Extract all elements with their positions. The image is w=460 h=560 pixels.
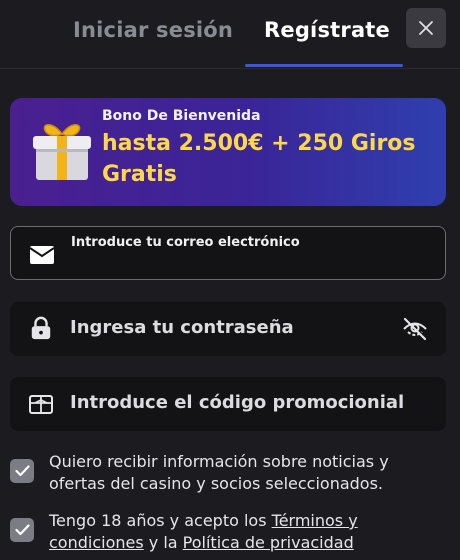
check-icon xyxy=(14,465,30,477)
bonus-title: hasta 2.500€ + 250 Giros Gratis xyxy=(102,131,416,187)
auth-tabs: Iniciar sesión Regístrate xyxy=(0,0,460,69)
email-placeholder: Introduce tu correo electrónico xyxy=(71,235,300,250)
password-field[interactable]: Ingresa tu contraseña xyxy=(10,302,446,356)
privacy-link[interactable]: Política de privacidad xyxy=(183,533,354,552)
ticket-icon xyxy=(29,395,53,414)
age-prefix: Tengo 18 años y acepto los xyxy=(49,511,272,530)
eye-off-icon[interactable] xyxy=(401,316,429,342)
password-placeholder: Ingresa tu contraseña xyxy=(70,317,294,338)
marketing-checkbox[interactable] xyxy=(10,459,34,483)
age-terms-text: Tengo 18 años y acepto los Términos y co… xyxy=(49,510,449,554)
lock-icon xyxy=(31,316,51,340)
promo-code-field[interactable]: Introduce el código promocionial xyxy=(10,377,446,431)
age-terms-checkbox[interactable] xyxy=(10,518,34,542)
age-middle: y la xyxy=(143,533,183,552)
gift-icon xyxy=(33,124,91,180)
email-field[interactable]: Introduce tu correo electrónico xyxy=(10,226,446,280)
check-icon xyxy=(14,524,30,536)
close-icon xyxy=(419,21,433,35)
bonus-subtitle: Bono De Bienvenida xyxy=(102,108,261,124)
close-button[interactable] xyxy=(406,8,446,48)
active-tab-indicator xyxy=(245,64,403,67)
envelope-icon xyxy=(29,246,55,264)
tab-login[interactable]: Iniciar sesión xyxy=(73,18,233,42)
promo-placeholder: Introduce el código promocionial xyxy=(70,392,405,413)
tab-register[interactable]: Regístrate xyxy=(264,18,390,42)
marketing-consent-text: Quiero recibir información sobre noticia… xyxy=(49,452,389,493)
